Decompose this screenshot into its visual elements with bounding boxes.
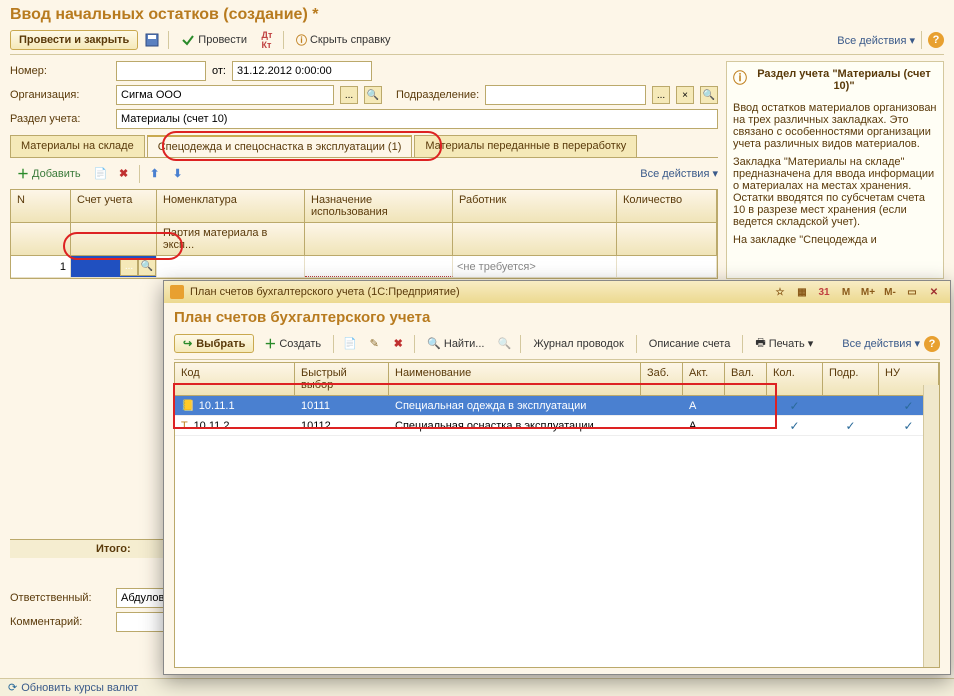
post-and-close-button[interactable]: Провести и закрыть <box>10 30 138 50</box>
modal-win-title: План счетов бухгалтерского учета (1С:Пре… <box>190 286 764 298</box>
help-title: Раздел учета "Материалы (счет 10)" <box>751 68 937 92</box>
cell-acc[interactable]: ... 🔍 <box>71 256 157 277</box>
help-icon[interactable]: ? <box>928 32 944 48</box>
tab-processing[interactable]: Материалы переданные в переработку <box>414 135 637 157</box>
refresh-icon[interactable]: ⟳ <box>8 681 17 694</box>
modal-close-icon[interactable]: ✕ <box>924 284 944 300</box>
org-select-button[interactable]: ... <box>340 86 358 104</box>
acc-select-button[interactable]: ... <box>120 258 138 276</box>
org-label: Организация: <box>10 89 110 101</box>
modal-titlebar[interactable]: План счетов бухгалтерского учета (1С:Пре… <box>164 281 950 303</box>
cell-worker: <не требуется> <box>453 256 617 277</box>
help-p3: На закладке "Спецодежда и <box>733 234 937 246</box>
tab-spec[interactable]: Спецодежда и спецоснастка в эксплуатации… <box>147 135 413 157</box>
mcol-quick[interactable]: Быстрый выбор <box>295 363 389 395</box>
m-minus-button[interactable]: M- <box>880 284 900 300</box>
hide-help-button[interactable]: ⓘСкрыть справку <box>290 30 397 50</box>
table-row[interactable]: T.10.11.2 10112 Специальная оснастка в э… <box>175 416 939 436</box>
mcol-zab[interactable]: Заб. <box>641 363 683 395</box>
modal-min-icon[interactable]: ▭ <box>902 284 922 300</box>
table-row[interactable]: 📒10.11.1 10111 Специальная одежда в эксп… <box>175 396 939 416</box>
col-qty[interactable]: Количество <box>617 190 717 222</box>
clear-find-icon[interactable]: 🔍 <box>494 334 514 354</box>
grid-add-button[interactable]: ＋Добавить <box>10 162 88 185</box>
col-n[interactable]: N <box>11 190 71 222</box>
dept-clear-button[interactable]: × <box>676 86 694 104</box>
comment-label: Комментарий: <box>10 616 110 628</box>
statusbar: ⟳ Обновить курсы валют <box>0 678 954 696</box>
section-label: Раздел учета: <box>10 113 110 125</box>
org-field[interactable] <box>116 85 334 105</box>
number-label: Номер: <box>10 65 110 77</box>
modal-toolbar: ↪Выбрать ＋Создать 📄 ✎ ✖ 🔍Найти... 🔍 Журн… <box>174 332 940 360</box>
mcol-sub[interactable]: Подр. <box>823 363 879 395</box>
help-panel: ⓘ Раздел учета "Материалы (счет 10)" Вво… <box>726 61 944 279</box>
cell-purpose[interactable] <box>305 256 453 277</box>
find-button[interactable]: 🔍Найти... <box>421 335 490 352</box>
mcol-val[interactable]: Вал. <box>725 363 767 395</box>
edit-icon[interactable]: ✎ <box>364 334 384 354</box>
update-rates-link[interactable]: Обновить курсы валют <box>21 682 138 694</box>
modal-all-actions[interactable]: Все действия ▾ <box>842 337 920 350</box>
modal-cal-icon[interactable]: 31 <box>814 284 834 300</box>
m-button[interactable]: M <box>836 284 856 300</box>
from-label: от: <box>212 65 226 77</box>
mcol-name[interactable]: Наименование <box>389 363 641 395</box>
modal-help-icon[interactable]: ? <box>924 336 940 352</box>
grid-delete-icon[interactable]: ✖ <box>114 164 134 184</box>
col-batch[interactable]: Партия материала в эксп... <box>157 223 305 255</box>
all-actions-link[interactable]: Все действия ▾ <box>837 34 915 47</box>
col-worker[interactable]: Работник <box>453 190 617 222</box>
org-open-button[interactable]: 🔍 <box>364 86 382 104</box>
modal-calc-icon[interactable]: ▦ <box>792 284 812 300</box>
date-field[interactable] <box>232 61 372 81</box>
chart-of-accounts-modal: План счетов бухгалтерского учета (1С:Пре… <box>163 280 951 675</box>
m-plus-button[interactable]: M+ <box>858 284 878 300</box>
acc-open-button[interactable]: 🔍 <box>138 258 156 276</box>
scrollbar[interactable] <box>923 385 939 667</box>
grid-all-actions-link[interactable]: Все действия ▾ <box>640 167 718 180</box>
grid-copy-icon[interactable]: 📄 <box>91 164 111 184</box>
save-icon[interactable] <box>142 30 162 50</box>
dept-field[interactable] <box>485 85 646 105</box>
mcol-code[interactable]: Код <box>175 363 295 395</box>
tab-stock[interactable]: Материалы на складе <box>10 135 145 157</box>
main-toolbar: Провести и закрыть Провести ДтКт ⓘСкрыть… <box>10 30 944 55</box>
dept-label: Подразделение: <box>396 89 479 101</box>
dept-open-button[interactable]: 🔍 <box>700 86 718 104</box>
dt-kt-icon[interactable]: ДтКт <box>257 30 277 50</box>
main-grid: N Счет учета Номенклатура Назначение исп… <box>10 189 718 279</box>
accounts-grid: Код Быстрый выбор Наименование Заб. Акт.… <box>174 362 940 668</box>
cell-n: 1 <box>11 256 71 277</box>
table-row[interactable]: 1 ... 🔍 <не требуется> <box>11 256 717 278</box>
number-field[interactable] <box>116 61 206 81</box>
cell-nom[interactable] <box>157 256 305 277</box>
journal-button[interactable]: Журнал проводок <box>527 336 629 352</box>
page-title: Ввод начальных остатков (создание) * <box>10 6 944 24</box>
select-button[interactable]: ↪Выбрать <box>174 334 254 353</box>
info-icon: ⓘ <box>733 68 747 88</box>
col-purpose[interactable]: Назначение использования <box>305 190 453 222</box>
grid-up-icon[interactable]: ⬆ <box>145 164 165 184</box>
desc-button[interactable]: Описание счета <box>643 336 737 352</box>
col-nom[interactable]: Номенклатура <box>157 190 305 222</box>
col-acc[interactable]: Счет учета <box>71 190 157 222</box>
section-field[interactable] <box>116 109 718 129</box>
grid-down-icon[interactable]: ⬇ <box>168 164 188 184</box>
help-p1: Ввод остатков материалов организован на … <box>733 102 937 150</box>
mcol-act[interactable]: Акт. <box>683 363 725 395</box>
del-icon[interactable]: ✖ <box>388 334 408 354</box>
app-icon <box>170 285 184 299</box>
dept-select-button[interactable]: ... <box>652 86 670 104</box>
post-button[interactable]: Провести <box>175 31 253 49</box>
modal-title: План счетов бухгалтерского учета <box>174 309 940 326</box>
mcol-qty[interactable]: Кол. <box>767 363 823 395</box>
cell-qty[interactable] <box>617 256 717 277</box>
create-button[interactable]: ＋Создать <box>258 333 327 354</box>
resp-label: Ответственный: <box>10 592 110 604</box>
print-button[interactable]: 🖶Печать ▾ <box>749 332 819 355</box>
copy-icon[interactable]: 📄 <box>340 334 360 354</box>
modal-fav-icon[interactable]: ☆ <box>770 284 790 300</box>
help-p2: Закладка "Материалы на складе" предназна… <box>733 156 937 228</box>
